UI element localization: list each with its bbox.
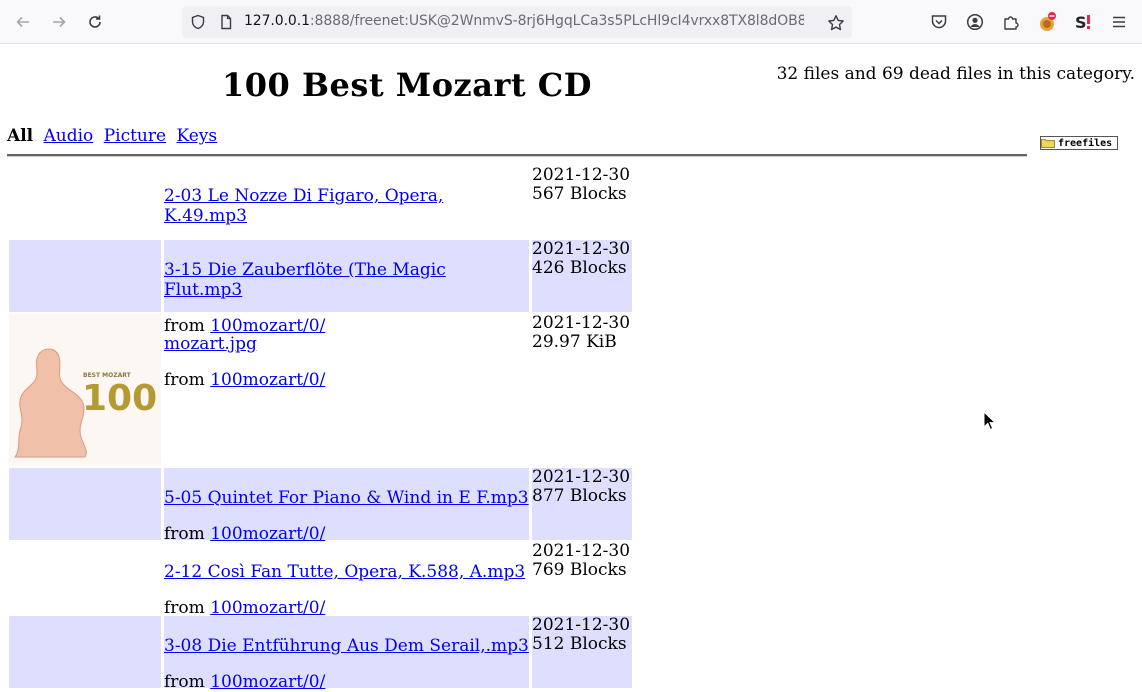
thumbnail-cell [9, 166, 161, 238]
file-name-cell: 2-03 Le Nozze Di Figaro, Opera, K.49.mp3… [164, 166, 529, 262]
file-link[interactable]: 2-12 Così Fan Tutte, Opera, K.588, A.mp3 [164, 562, 529, 582]
forward-button[interactable] [45, 8, 73, 36]
file-size: 877 Blocks [532, 486, 627, 506]
thumbnail-cell [9, 542, 161, 614]
file-link[interactable]: mozart.jpg [164, 334, 529, 354]
freefiles-label: freefiles [1058, 137, 1113, 149]
url-path: :8888/freenet:USK@2WnmvS-8rj6HgqLCa3s5PL… [309, 13, 804, 29]
from-label: from [164, 672, 205, 692]
hamburger-menu-icon [1113, 16, 1125, 28]
browser-toolbar: 127.0.0.1:8888/freenet:USK@2WnmvS-8rj6Hg… [0, 0, 1142, 44]
file-source: from 100mozart/0/ [164, 598, 529, 618]
file-link[interactable]: 5-05 Quintet For Piano & Wind in E F.mp3 [164, 488, 529, 508]
file-name-cell: 3-15 Die Zauberflöte (The Magic Flut.mp3… [164, 240, 529, 336]
file-count-summary: 32 files and 69 dead files in this categ… [776, 64, 1135, 84]
extensions-button[interactable] [997, 8, 1025, 36]
extension-s-button[interactable]: S [1069, 8, 1097, 36]
file-name-cell: 2-12 Così Fan Tutte, Opera, K.588, A.mp3… [164, 542, 529, 618]
page-content: 100 Best Mozart CD 32 files and 69 dead … [0, 44, 1142, 692]
extension-fox-icon [1040, 12, 1056, 31]
file-date: 2021-12-30 [532, 615, 631, 635]
file-row: BEST MOZART 100 mozart.jpg from 100mozart/0… [9, 314, 634, 466]
page-info-icon[interactable] [218, 14, 234, 30]
file-row: 2-12 Così Fan Tutte, Opera, K.588, A.mp3… [9, 542, 634, 619]
account-icon [966, 13, 984, 31]
pocket-button[interactable] [925, 8, 953, 36]
account-button[interactable] [961, 8, 989, 36]
header-divider [7, 154, 1027, 157]
freefiles-banner[interactable]: freefiles [1040, 136, 1118, 150]
from-label: from [164, 524, 205, 544]
pocket-icon [931, 15, 947, 29]
thumbnail-cell [9, 468, 161, 540]
source-folder-link[interactable]: 100mozart/0/ [210, 370, 325, 390]
thumbnail-cell [9, 616, 161, 688]
file-size: 769 Blocks [532, 560, 627, 580]
filter-keys-link[interactable]: Keys [176, 126, 217, 146]
folder-icon [1041, 139, 1055, 148]
file-row: 5-05 Quintet For Piano & Wind in E F.mp3… [9, 468, 634, 544]
back-arrow-icon [16, 16, 29, 28]
source-folder-link[interactable]: 100mozart/0/ [210, 598, 325, 618]
file-source: from 100mozart/0/ [164, 672, 529, 692]
page-title: 100 Best Mozart CD [222, 66, 592, 104]
file-row: 3-08 Die Entführung Aus Dem Serail,.mp3 f… [9, 616, 634, 692]
file-name-cell: 5-05 Quintet For Piano & Wind in E F.mp3… [164, 468, 529, 544]
file-meta-cell: 2021-12-30 567 Blocks [532, 166, 632, 238]
thumbnail-cell: BEST MOZART 100 [9, 314, 161, 466]
file-link[interactable]: 2-03 Le Nozze Di Figaro, Opera, K.49.mp3 [164, 186, 529, 226]
menu-button[interactable] [1105, 8, 1133, 36]
bookmark-star-icon[interactable] [827, 14, 845, 32]
filter-picture-link[interactable]: Picture [104, 126, 166, 146]
url-text[interactable]: 127.0.0.1:8888/freenet:USK@2WnmvS-8rj6Hg… [244, 13, 804, 29]
extension-s-icon: S [1075, 13, 1090, 32]
mouse-cursor-icon [983, 411, 997, 431]
file-meta-cell: 2021-12-30 426 Blocks [532, 240, 632, 312]
file-meta-cell: 2021-12-30 29.97 KiB [532, 314, 632, 466]
file-date: 2021-12-30 [532, 239, 631, 259]
file-source: from 100mozart/0/ [164, 524, 529, 544]
extension-fox-button[interactable] [1033, 8, 1061, 36]
file-name-cell: mozart.jpg from 100mozart/0/ [164, 314, 529, 466]
reload-button[interactable] [81, 8, 109, 36]
file-meta-cell: 2021-12-30 512 Blocks [532, 616, 632, 688]
cover-big-text: 100 [82, 378, 157, 419]
file-size: 29.97 KiB [532, 332, 617, 352]
reload-icon [89, 15, 101, 28]
from-label: from [164, 370, 205, 390]
file-date: 2021-12-30 [532, 541, 631, 561]
svg-text:S: S [1075, 13, 1087, 32]
file-row: 2-03 Le Nozze Di Figaro, Opera, K.49.mp3… [9, 166, 634, 263]
file-date: 2021-12-30 [532, 313, 631, 333]
file-size: 426 Blocks [532, 258, 627, 278]
file-name-cell: 3-08 Die Entführung Aus Dem Serail,.mp3 f… [164, 616, 529, 692]
thumbnail-cell [9, 240, 161, 312]
from-label: from [164, 598, 205, 618]
filter-audio-link[interactable]: Audio [44, 126, 94, 146]
puzzle-icon [1004, 16, 1019, 30]
file-link[interactable]: 3-15 Die Zauberflöte (The Magic Flut.mp3 [164, 260, 529, 300]
forward-arrow-icon [53, 16, 66, 28]
address-bar[interactable]: 127.0.0.1:8888/freenet:USK@2WnmvS-8rj6Hg… [182, 6, 852, 38]
file-size: 512 Blocks [532, 634, 627, 654]
source-folder-link[interactable]: 100mozart/0/ [210, 524, 325, 544]
back-button[interactable] [9, 8, 37, 36]
filter-all-current: All [7, 126, 34, 146]
file-row: 3-15 Die Zauberflöte (The Magic Flut.mp3… [9, 240, 634, 336]
shield-icon[interactable] [190, 14, 206, 30]
file-link[interactable]: 3-08 Die Entführung Aus Dem Serail,.mp3 [164, 636, 529, 656]
file-size: 567 Blocks [532, 184, 627, 204]
file-source: from 100mozart/0/ [164, 370, 529, 390]
file-meta-cell: 2021-12-30 877 Blocks [532, 468, 632, 540]
file-meta-cell: 2021-12-30 769 Blocks [532, 542, 632, 614]
source-folder-link[interactable]: 100mozart/0/ [210, 672, 325, 692]
url-host: 127.0.0.1 [244, 13, 310, 29]
file-date: 2021-12-30 [532, 165, 631, 185]
mozart-cover-image[interactable]: BEST MOZART100 [9, 314, 161, 466]
file-date: 2021-12-30 [532, 467, 631, 487]
category-filter-bar: All Audio Picture Keys [7, 126, 222, 146]
